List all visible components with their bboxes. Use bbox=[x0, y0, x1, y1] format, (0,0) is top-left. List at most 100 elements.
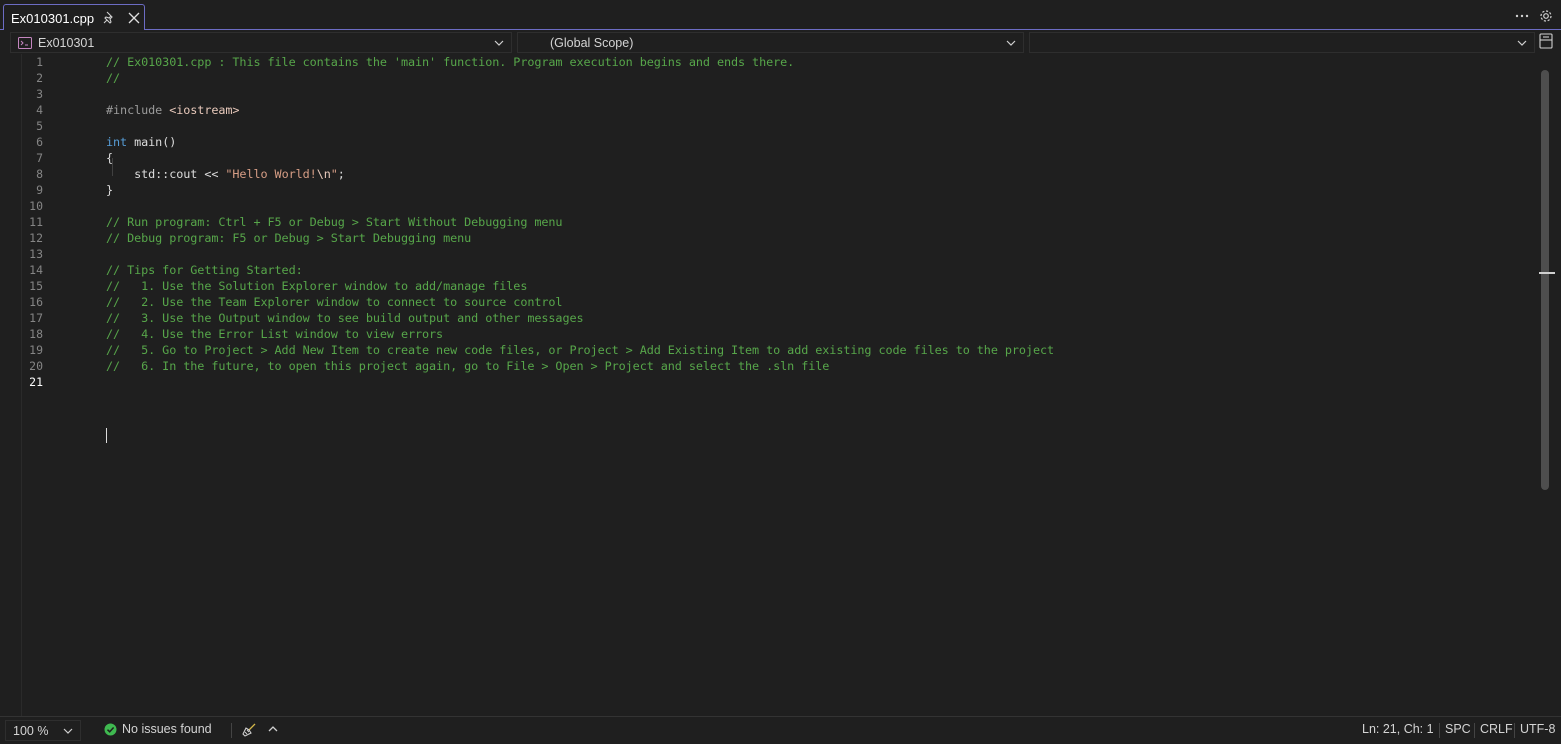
code-token: } bbox=[106, 183, 114, 197]
code-line[interactable]: #include <iostream> bbox=[106, 102, 1054, 118]
code-line[interactable]: // 1. Use the Solution Explorer window t… bbox=[106, 278, 1054, 294]
line-number: 16 bbox=[29, 295, 43, 309]
line-number: 19 bbox=[29, 343, 43, 357]
code-line[interactable]: { bbox=[106, 150, 1054, 166]
code-token: std::cout << bbox=[106, 167, 226, 181]
close-icon[interactable] bbox=[126, 10, 142, 26]
line-number: 3 bbox=[36, 87, 43, 101]
code-line[interactable]: } bbox=[106, 182, 1054, 198]
project-name: Ex010301 bbox=[38, 36, 95, 50]
vertical-scrollbar[interactable] bbox=[1537, 66, 1555, 716]
code-token: // Run program: Ctrl + F5 or Debug > Sta… bbox=[106, 215, 563, 229]
chevron-down-icon bbox=[63, 728, 73, 734]
line-number: 6 bbox=[36, 135, 43, 149]
more-options-icon[interactable] bbox=[1514, 8, 1530, 22]
line-number: 11 bbox=[29, 215, 43, 229]
line-number: 21 bbox=[29, 375, 43, 389]
text-caret bbox=[106, 428, 107, 443]
document-tab-strip: Ex010301.cpp bbox=[0, 0, 1561, 31]
code-token: // 3. Use the Output window to see build… bbox=[106, 311, 584, 325]
code-token: // Debug program: F5 or Debug > Start De… bbox=[106, 231, 472, 245]
editor-status-bar: 100 % No issues found Ln: 21, Ch: 1 SPC … bbox=[0, 716, 1561, 744]
line-number: 7 bbox=[36, 151, 43, 165]
split-window-icon[interactable] bbox=[1539, 33, 1553, 49]
code-line[interactable]: // 5. Go to Project > Add New Item to cr… bbox=[106, 342, 1054, 358]
scope-dropdown[interactable]: (Global Scope) bbox=[517, 32, 1024, 53]
divider bbox=[231, 723, 232, 738]
code-token: // Tips for Getting Started: bbox=[106, 263, 303, 277]
whitespace-mode[interactable]: SPC bbox=[1445, 722, 1471, 736]
line-number: 2 bbox=[36, 71, 43, 85]
line-number: 17 bbox=[29, 311, 43, 325]
project-dropdown[interactable]: Ex010301 bbox=[10, 32, 512, 53]
code-line[interactable]: // 2. Use the Team Explorer window to co… bbox=[106, 294, 1054, 310]
caret-position-marker bbox=[1539, 272, 1555, 274]
code-token: int bbox=[106, 135, 128, 149]
code-line[interactable]: // 6. In the future, to open this projec… bbox=[106, 358, 1054, 374]
code-line[interactable] bbox=[106, 118, 1054, 134]
line-number: 4 bbox=[36, 103, 43, 117]
zoom-dropdown[interactable]: 100 % bbox=[5, 720, 81, 741]
code-line[interactable]: // bbox=[106, 70, 1054, 86]
gear-icon[interactable] bbox=[1538, 8, 1554, 24]
line-number-gutter: 1 2 3 4 5 6 7 8 9 10 11 12 13 14 15 16 17 18 19 20 21 bbox=[22, 54, 52, 390]
line-number: 8 bbox=[36, 167, 43, 181]
chevron-up-icon[interactable] bbox=[267, 723, 279, 735]
line-number: 13 bbox=[29, 247, 43, 261]
member-dropdown[interactable] bbox=[1029, 32, 1535, 53]
code-token: // Ex010301.cpp : This file contains the… bbox=[106, 55, 795, 69]
tab-title: Ex010301.cpp bbox=[11, 10, 95, 26]
code-line[interactable] bbox=[106, 86, 1054, 102]
scrollbar-thumb[interactable] bbox=[1541, 70, 1549, 490]
chevron-down-icon bbox=[494, 40, 504, 46]
code-cleanup-broom-icon[interactable] bbox=[241, 722, 257, 738]
code-line[interactable]: // 4. Use the Error List window to view … bbox=[106, 326, 1054, 342]
code-token: <iostream> bbox=[169, 103, 240, 117]
code-editor[interactable]: 1 2 3 4 5 6 7 8 9 10 11 12 13 14 15 16 17 18 19 20 21 // Ex0… bbox=[0, 54, 1561, 716]
scope-name: (Global Scope) bbox=[550, 36, 634, 50]
code-token: // 1. Use the Solution Explorer window t… bbox=[106, 279, 528, 293]
issues-label: No issues found bbox=[122, 722, 212, 736]
code-token: "Hello World! bbox=[225, 167, 317, 181]
code-line[interactable]: int main() bbox=[106, 134, 1054, 150]
code-line[interactable] bbox=[106, 198, 1054, 214]
indent-guide bbox=[112, 158, 113, 176]
line-number: 5 bbox=[36, 119, 43, 133]
file-encoding[interactable]: UTF-8 bbox=[1520, 722, 1555, 736]
code-token: // bbox=[106, 71, 121, 85]
issues-indicator[interactable]: No issues found bbox=[104, 722, 212, 736]
code-line[interactable] bbox=[106, 246, 1054, 262]
chevron-down-icon bbox=[1006, 40, 1016, 46]
code-line[interactable] bbox=[106, 374, 1054, 390]
code-token: \n bbox=[316, 167, 331, 181]
line-endings[interactable]: CRLF bbox=[1480, 722, 1513, 736]
cursor-position[interactable]: Ln: 21, Ch: 1 bbox=[1362, 722, 1434, 736]
pin-icon[interactable] bbox=[103, 11, 115, 25]
indicator-margin[interactable] bbox=[0, 54, 22, 716]
chevron-down-icon bbox=[1517, 40, 1527, 46]
code-line[interactable]: // Run program: Ctrl + F5 or Debug > Sta… bbox=[106, 214, 1054, 230]
code-line[interactable]: std::cout << "Hello World!\n"; bbox=[106, 166, 1054, 182]
divider bbox=[1514, 723, 1515, 738]
line-number: 15 bbox=[29, 279, 43, 293]
line-number: 1 bbox=[36, 55, 43, 69]
code-line[interactable]: // Debug program: F5 or Debug > Start De… bbox=[106, 230, 1054, 246]
divider bbox=[1474, 723, 1475, 738]
code-line[interactable]: // Tips for Getting Started: bbox=[106, 262, 1054, 278]
code-text-area[interactable]: // Ex010301.cpp : This file contains the… bbox=[106, 54, 1054, 390]
code-token: ; bbox=[337, 167, 345, 181]
project-icon bbox=[18, 37, 32, 49]
line-number: 9 bbox=[36, 183, 43, 197]
code-token: main() bbox=[127, 135, 177, 149]
line-number: 10 bbox=[29, 199, 43, 213]
code-token: " bbox=[330, 167, 338, 181]
code-line[interactable]: // Ex010301.cpp : This file contains the… bbox=[106, 54, 1054, 70]
check-circle-icon bbox=[104, 723, 117, 735]
code-token: // 6. In the future, to open this projec… bbox=[106, 359, 830, 373]
code-line[interactable]: // 3. Use the Output window to see build… bbox=[106, 310, 1054, 326]
code-token: #include bbox=[106, 103, 170, 117]
document-tab[interactable]: Ex010301.cpp bbox=[3, 4, 145, 31]
line-number: 14 bbox=[29, 263, 43, 277]
line-number: 12 bbox=[29, 231, 43, 245]
navigation-bar: Ex010301 (Global Scope) bbox=[0, 30, 1561, 54]
